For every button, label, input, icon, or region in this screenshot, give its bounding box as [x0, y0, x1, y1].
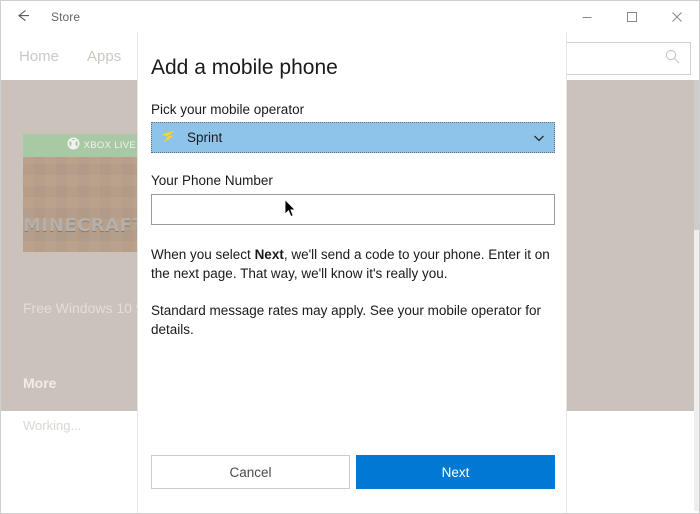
phone-number-label: Your Phone Number	[151, 173, 273, 188]
more-link[interactable]: More	[23, 375, 56, 391]
nav-item-home[interactable]: Home	[19, 48, 59, 65]
xbox-live-label: XBOX LIVE	[83, 140, 136, 151]
phone-number-input[interactable]	[151, 194, 555, 225]
minecraft-edition-subtitle: WINDOWS 10 EDITION BETA	[40, 237, 124, 242]
cancel-button[interactable]: Cancel	[151, 455, 350, 489]
search-box[interactable]	[559, 42, 691, 75]
dialog-title: Add a mobile phone	[151, 56, 338, 79]
minecraft-tile-art: MINECRAFT WINDOWS 10 EDITION BETA	[23, 157, 141, 252]
nav-item-apps[interactable]: Apps	[87, 48, 121, 65]
close-button[interactable]	[654, 1, 699, 32]
add-mobile-phone-dialog: Add a mobile phone Pick your mobile oper…	[137, 32, 567, 513]
minimize-icon	[581, 11, 593, 23]
instruction-bold-next: Next	[254, 247, 284, 262]
title-bar: Store	[1, 1, 699, 32]
maximize-icon	[626, 11, 638, 23]
product-tile[interactable]: MINECRAFT WINDOWS 10 EDITION BETA XBOX L…	[23, 134, 141, 252]
instruction-paragraph-2: Standard message rates may apply. See yo…	[151, 303, 541, 337]
vertical-scrollbar[interactable]	[694, 80, 699, 511]
store-app-window: Store Home Apps MINECRAFT WINDOWS 10 EDI…	[0, 0, 700, 514]
next-button[interactable]: Next	[356, 455, 555, 489]
operator-selected-value: Sprint	[187, 130, 223, 145]
minecraft-wordmark: MINECRAFT	[23, 215, 141, 236]
window-title: Store	[51, 9, 81, 24]
search-icon	[664, 48, 681, 70]
maximize-button[interactable]	[609, 1, 654, 32]
operator-dropdown[interactable]: Sprint	[151, 122, 555, 153]
window-controls	[564, 1, 699, 32]
operator-label: Pick your mobile operator	[151, 102, 305, 117]
instruction-text-before: When you select	[151, 247, 255, 262]
xbox-live-badge: XBOX LIVE	[23, 134, 141, 157]
minimize-button[interactable]	[564, 1, 609, 32]
dialog-button-row: Cancel Next	[151, 455, 555, 489]
sprint-logo-icon	[160, 129, 180, 146]
back-button[interactable]	[1, 1, 45, 32]
chevron-down-icon[interactable]	[532, 131, 546, 145]
close-icon	[671, 11, 683, 23]
status-text: Working...	[23, 418, 82, 433]
xbox-icon	[67, 137, 80, 155]
instruction-paragraph-1: When you select Next, we'll send a code …	[151, 245, 556, 283]
back-arrow-icon	[15, 7, 32, 27]
minecraft-logo: MINECRAFT WINDOWS 10 EDITION BETA	[23, 215, 141, 242]
scrollbar-thumb[interactable]	[694, 80, 699, 230]
